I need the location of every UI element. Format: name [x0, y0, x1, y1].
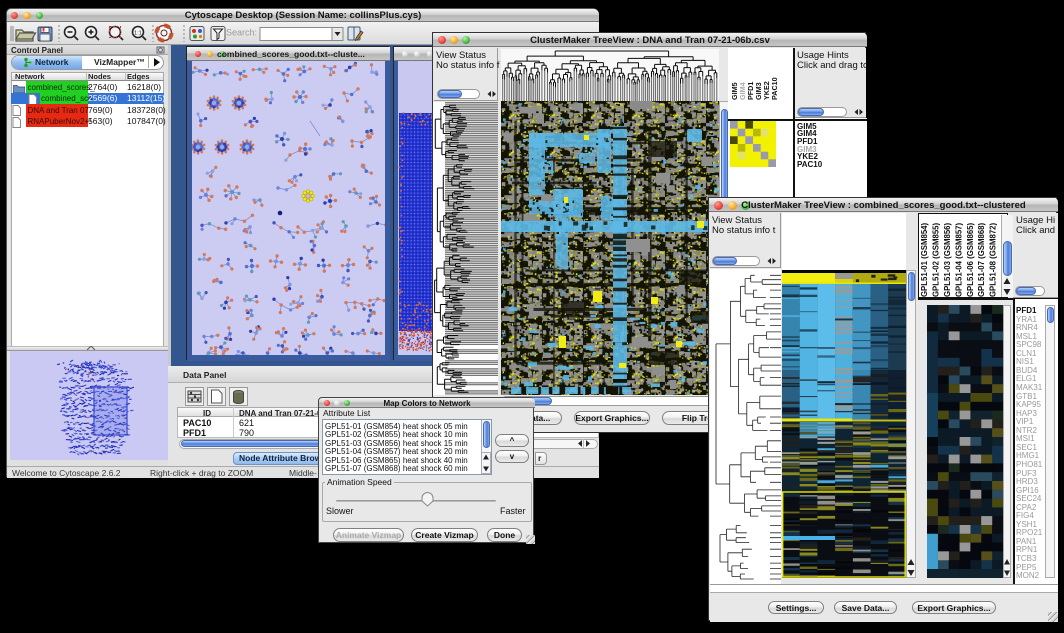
svg-text:GPL51-04 (GSM857): GPL51-04 (GSM857): [954, 222, 963, 297]
svg-text:1:1: 1:1: [134, 31, 142, 37]
svg-text:GPL51-07 (GSM868): GPL51-07 (GSM868): [977, 222, 986, 297]
svg-text:PAC10: PAC10: [770, 77, 779, 100]
svg-text:GPL51-06 (GSM865): GPL51-06 (GSM865): [966, 222, 975, 297]
svg-text:GPL51-03 (GSM856): GPL51-03 (GSM856): [943, 222, 952, 297]
svg-text:GPL51-02 (GSM855): GPL51-02 (GSM855): [932, 222, 941, 297]
svg-text:Search:: Search:: [226, 28, 257, 38]
svg-text:GPL51-08 (GSM872): GPL51-08 (GSM872): [989, 222, 998, 297]
svg-text:GPL51-01 (GSM854): GPL51-01 (GSM854): [920, 222, 929, 297]
